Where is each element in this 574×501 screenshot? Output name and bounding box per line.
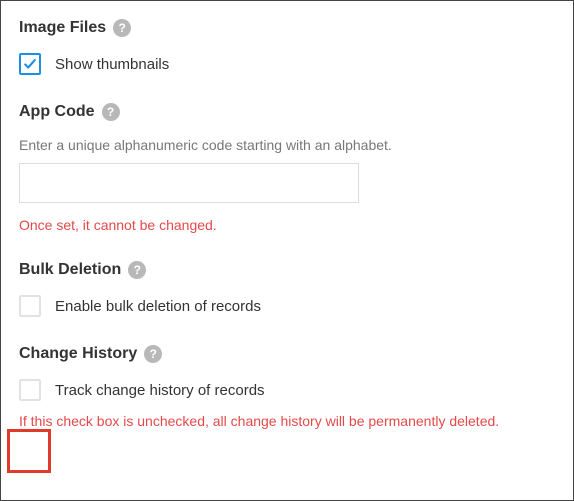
bulk-deletion-title-row: Bulk Deletion ? <box>19 261 555 279</box>
annotation-highlight-box <box>7 429 51 473</box>
app-code-warning: Once set, it cannot be changed. <box>19 217 555 233</box>
checkmark-icon <box>23 57 37 71</box>
section-bulk-deletion: Bulk Deletion ? Enable bulk deletion of … <box>19 261 555 317</box>
bulk-deletion-title: Bulk Deletion <box>19 261 121 279</box>
help-icon[interactable]: ? <box>144 345 162 363</box>
section-image-files: Image Files ? Show thumbnails <box>19 19 555 75</box>
app-code-input[interactable] <box>19 163 359 203</box>
change-history-warning: If this check box is unchecked, all chan… <box>19 413 555 429</box>
app-code-title: App Code <box>19 103 95 121</box>
settings-panel: Image Files ? Show thumbnails App Code ?… <box>0 0 574 501</box>
app-code-title-row: App Code ? <box>19 103 555 121</box>
show-thumbnails-row[interactable]: Show thumbnails <box>19 53 555 75</box>
track-change-history-row[interactable]: Track change history of records <box>19 379 555 401</box>
enable-bulk-deletion-label: Enable bulk deletion of records <box>55 298 261 315</box>
change-history-title: Change History <box>19 345 137 363</box>
app-code-description: Enter a unique alphanumeric code startin… <box>19 137 555 153</box>
change-history-title-row: Change History ? <box>19 345 555 363</box>
section-app-code: App Code ? Enter a unique alphanumeric c… <box>19 103 555 233</box>
image-files-title-row: Image Files ? <box>19 19 555 37</box>
section-change-history: Change History ? Track change history of… <box>19 345 555 429</box>
help-icon[interactable]: ? <box>102 103 120 121</box>
track-change-history-checkbox[interactable] <box>19 379 41 401</box>
image-files-title: Image Files <box>19 19 106 37</box>
show-thumbnails-label: Show thumbnails <box>55 56 169 73</box>
enable-bulk-deletion-row[interactable]: Enable bulk deletion of records <box>19 295 555 317</box>
help-icon[interactable]: ? <box>128 261 146 279</box>
enable-bulk-deletion-checkbox[interactable] <box>19 295 41 317</box>
help-icon[interactable]: ? <box>113 19 131 37</box>
track-change-history-label: Track change history of records <box>55 382 265 399</box>
show-thumbnails-checkbox[interactable] <box>19 53 41 75</box>
